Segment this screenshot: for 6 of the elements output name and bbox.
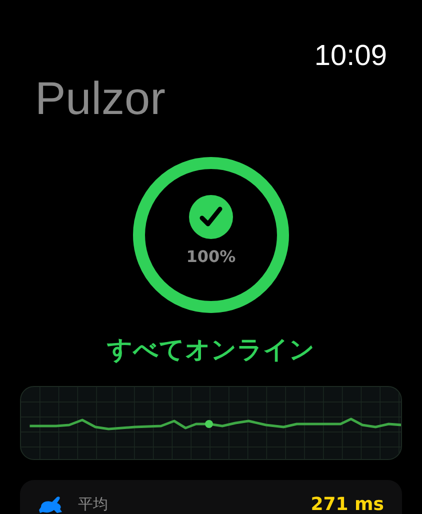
- app-title: Pulzor: [34, 71, 166, 125]
- status-text: すべてオンライン: [106, 334, 316, 366]
- stat-value: 271 ms: [310, 494, 384, 514]
- clock-time: 10:09: [314, 40, 387, 73]
- percent-reading: 100%: [186, 247, 236, 266]
- stat-label: 平均: [78, 495, 108, 514]
